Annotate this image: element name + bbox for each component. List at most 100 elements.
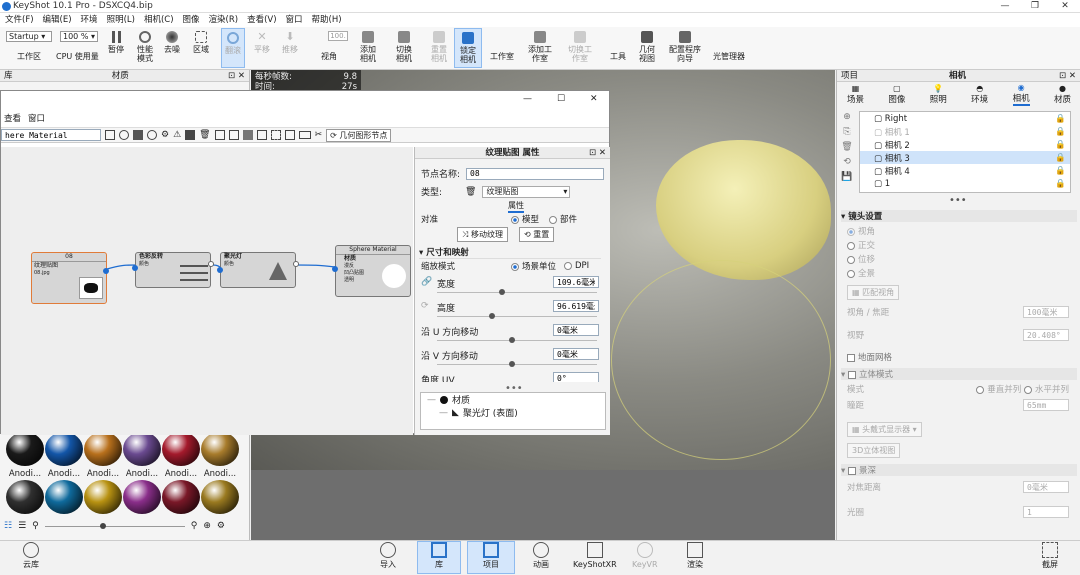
screenshot-button[interactable]: 截屏 [1042, 542, 1058, 569]
project-button[interactable]: 项目 [467, 541, 515, 574]
add-camera-icon[interactable]: ⊕ [839, 110, 855, 125]
tab-lighting[interactable]: 💡 照明 [930, 84, 947, 105]
dpi-radio[interactable]: DPI [564, 261, 589, 271]
animation-button[interactable]: 动画 [533, 542, 549, 569]
tab-image[interactable]: ▢ 图像 [888, 84, 905, 105]
material-item[interactable]: Anodi... [162, 432, 200, 479]
menu-lighting[interactable]: 照明(L) [107, 13, 135, 27]
lens-panorama-radio[interactable]: 全景 [847, 267, 875, 281]
camera-item[interactable]: ▢ 相机 1 🔒 [860, 125, 1070, 138]
graph-menu-view[interactable]: 查看 [4, 112, 21, 124]
camera-item[interactable]: ▢ Right 🔒 [860, 112, 1070, 125]
material-item[interactable]: Anodi... [123, 432, 161, 479]
lens-shift-radio[interactable]: 位移 [847, 253, 875, 267]
studio-button[interactable]: 工作室 [490, 52, 514, 61]
material-item[interactable]: Anodi... [201, 432, 239, 479]
keyvr-button[interactable]: KeyVR [632, 542, 658, 569]
stereo-section[interactable]: ▾ 立体模式 [841, 368, 1077, 380]
align-part-radio[interactable]: 部件 [549, 213, 577, 225]
lock-icon[interactable]: 🔒 [1055, 166, 1066, 176]
graph-close-icon[interactable]: ✕ [590, 94, 598, 104]
label-icon[interactable]: ⚠ [173, 130, 181, 140]
ground-grid-checkbox[interactable]: 地面网格 [847, 351, 892, 363]
workspace-button[interactable]: 工作区 [17, 52, 41, 61]
graph-menu-window[interactable]: 窗口 [28, 112, 45, 124]
save-icon[interactable] [105, 130, 115, 140]
move-texture-button[interactable]: ⤨ 移动纹理 [457, 227, 508, 242]
grid-view-icon[interactable]: ☷ [4, 521, 12, 531]
thumbnail-size-slider[interactable] [44, 522, 185, 529]
menu-edit[interactable]: 编辑(E) [43, 13, 72, 27]
color-invert-node[interactable]: 色彩反转 颜色 [132, 252, 214, 288]
geometry-node-button[interactable]: ⟳ 几何图形节点 [326, 128, 392, 142]
material-icon[interactable] [119, 130, 129, 140]
lens-perspective-radio[interactable]: 视角 [847, 225, 875, 239]
switch-camera-button[interactable]: 切换相机 [393, 31, 415, 63]
u-offset-input[interactable] [553, 324, 599, 336]
size-mapping-section[interactable]: ▾ 尺寸和映射 [419, 246, 601, 259]
tree-item-spotlight[interactable]: 聚光灯 (表面) [463, 406, 518, 419]
lock-icon[interactable]: 🔒 [1055, 140, 1066, 150]
focal-length-input[interactable] [1023, 306, 1069, 318]
height-input[interactable] [553, 300, 599, 312]
menu-environment[interactable]: 环境 [81, 13, 98, 27]
material-item[interactable] [201, 480, 239, 517]
menu-help[interactable]: 帮助(H) [312, 13, 342, 27]
attributes-tab[interactable]: 属性 [508, 200, 524, 213]
zoom-out-icon[interactable]: ⚲ [32, 521, 39, 531]
lens-orthographic-radio[interactable]: 正交 [847, 239, 875, 253]
zoom-in-icon[interactable]: ⚲ [191, 521, 198, 531]
duplicate-camera-icon[interactable]: ⎘ [839, 125, 855, 140]
menu-window[interactable]: 窗口 [286, 13, 303, 27]
more-dots[interactable]: ••• [949, 195, 967, 206]
eye-distance-input[interactable] [1023, 399, 1069, 411]
adjust-icon[interactable]: ⚙ [161, 130, 169, 140]
reset-button[interactable]: ⟲ 重置 [519, 227, 555, 242]
graph-minimize-icon[interactable]: — [523, 94, 532, 104]
fit-icon[interactable] [284, 130, 295, 140]
cpu-usage-button[interactable]: CPU 使用量 [56, 52, 99, 61]
stereo-view-button[interactable]: 3D立体视图 [847, 443, 901, 458]
link-icon[interactable]: 🔗 [421, 277, 432, 287]
lock-icon[interactable]: 🔒 [1055, 114, 1066, 124]
u-offset-slider[interactable] [437, 337, 597, 343]
material-item[interactable]: Anodi... [45, 432, 83, 479]
panel-close-icon[interactable]: ⊡ ✕ [228, 70, 245, 81]
pan-button[interactable]: ✕ 平移 [254, 31, 270, 55]
cut-icon[interactable]: ✂ [315, 130, 323, 140]
switch-studio-button[interactable]: 切换工作室 [568, 31, 592, 63]
height-slider[interactable] [437, 313, 597, 319]
delete-icon[interactable]: 🗑 [199, 130, 210, 140]
render-button[interactable]: 渲染 [687, 542, 703, 569]
type-select[interactable]: 纹理贴图 ▾ [482, 185, 571, 198]
camera-item[interactable]: ▢ 相机 4 🔒 [860, 164, 1070, 177]
materials-tab[interactable]: 材质 [112, 70, 129, 81]
material-item[interactable] [45, 480, 83, 517]
width-slider[interactable] [437, 289, 597, 295]
tab-environment[interactable]: ◓ 环境 [971, 84, 988, 105]
minimize-icon[interactable]: — [990, 0, 1020, 13]
graph-maximize-icon[interactable]: ☐ [557, 94, 565, 104]
grid-icon[interactable] [270, 130, 281, 140]
menu-image[interactable]: 图像 [183, 13, 200, 27]
match-perspective-button[interactable]: ▦ 匹配视角 [847, 285, 900, 300]
reset-camera-button[interactable]: 重置相机 [428, 31, 450, 63]
tools-button[interactable]: 工具 [610, 52, 626, 61]
delete-camera-icon[interactable]: 🗑 [839, 140, 855, 155]
lock-icon[interactable]: 🔒 [1055, 127, 1066, 137]
add-camera-button[interactable]: 添加相机 [357, 31, 379, 63]
tab-camera[interactable]: ◉ 相机 [1012, 83, 1030, 106]
tab-scene[interactable]: ▦ 场景 [847, 84, 864, 105]
lock-icon[interactable]: 🔒 [1055, 153, 1066, 163]
denoise-button[interactable]: 去噪 [164, 31, 180, 54]
tree-item-material[interactable]: 材质 [452, 393, 470, 406]
minimap-icon[interactable] [298, 131, 311, 139]
menu-camera[interactable]: 相机(C) [144, 13, 174, 27]
arrange-icon[interactable] [256, 130, 267, 140]
performance-mode-button[interactable]: 性能模式 [135, 31, 155, 63]
library-tab[interactable]: 库 [4, 70, 13, 81]
material-item[interactable]: Anodi... [6, 432, 44, 479]
delete-icon[interactable]: 🗑 [465, 187, 476, 197]
menu-render[interactable]: 渲染(R) [209, 13, 239, 27]
node-name-input[interactable] [466, 167, 605, 180]
